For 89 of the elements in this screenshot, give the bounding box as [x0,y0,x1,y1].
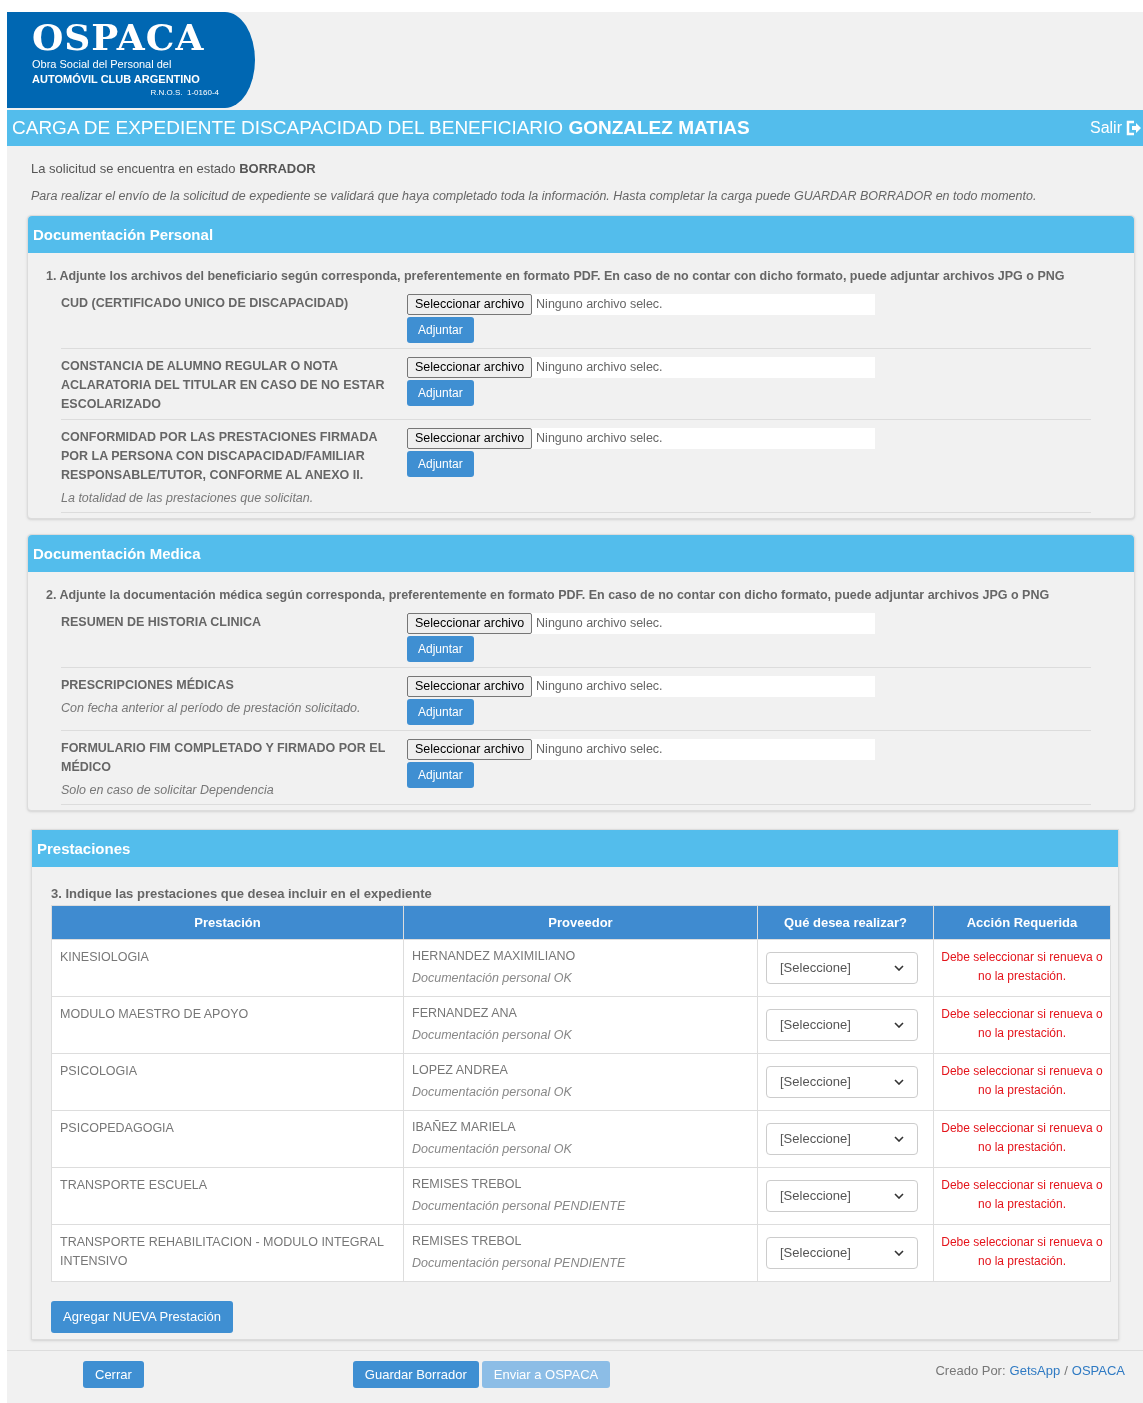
action-select[interactable]: [Seleccione] [766,1008,918,1041]
documentation-status: Documentación personal OK [412,969,573,987]
provider-name: FERNANDEZ ANA [412,1004,518,1022]
document-label: PRESCRIPCIONES MÉDICAS [61,676,235,695]
documentation-status: Documentación personal PENDIENTE [412,1197,627,1215]
choose-file-button[interactable]: Seleccionar archivo [407,428,533,450]
chevron-down-icon [894,1078,904,1085]
section-header: Prestaciones [32,830,1118,868]
action-select[interactable]: [Seleccione] [766,1236,918,1269]
action-select[interactable]: [Seleccione] [766,1065,918,1098]
required-action-text: Debe seleccionar si renueva o no la prestación. [933,1224,1111,1282]
documentation-status: Documentación personal OK [412,1140,573,1158]
required-action-text: Debe seleccionar si renueva o no la prestación. [933,996,1111,1054]
table-cell: KINESIOLOGIA [51,939,404,997]
table-cell: MODULO MAESTRO DE APOYO [51,996,404,1054]
attach-button[interactable]: Adjuntar [407,699,474,726]
note-text: Para realizar el envío de la solicitud de expediente se validará que haya completado toda la información. Hasta completar la carga puede GUARDAR BORRADOR en todo momento. [31,187,1038,205]
instruction-text: 3. Indique las prestaciones que desea incluir en el expediente [51,885,433,904]
document-label: RESUMEN DE HISTORIA CLINICA [61,614,262,632]
provider-name: IBAÑEZ MARIELA [412,1118,517,1136]
document-hint: La totalidad de las prestaciones que solicitan. [61,490,315,508]
document-label: FORMULARIO FIM COMPLETADO Y FIRMADO POR EL MÉDICO [61,740,387,777]
provider-name: LOPEZ ANDREA [412,1061,509,1079]
instruction-text: 1. Adjunte los archivos del beneficiario según corresponda, preferentemente en formato PDF. En caso de no contar con dicho formato, puede adjuntar archivos JPG o PNG [46,268,1066,286]
column-header: Prestación [51,905,404,940]
column-header: Acción Requerida [933,905,1111,940]
documentation-status: Documentación personal OK [412,1083,573,1101]
file-status-text: Ninguno archivo selec. [536,741,663,759]
credit-link[interactable]: GetsApp [1009,1360,1061,1381]
chevron-down-icon [894,964,904,971]
documentation-status: Documentación personal PENDIENTE [412,1254,627,1272]
table-cell: PSICOLOGIA [51,1053,404,1111]
file-status-text: Ninguno archivo selec. [536,430,663,448]
provider-name: REMISES TREBOL [412,1175,523,1193]
separator-text: / [1064,1361,1068,1380]
page-title: CARGA DE EXPEDIENTE DISCAPACIDAD DEL BENEFICIARIO GONZALEZ MATIAS [12,115,750,140]
logout-link[interactable]: Salir [1090,116,1141,140]
logo-wordmark: OSPACA [32,17,206,57]
attach-button[interactable]: Adjuntar [407,451,474,478]
logo-subtitle: Obra Social del Personal del [32,57,173,71]
column-header: Proveedor [403,905,758,940]
required-action-text: Debe seleccionar si renueva o no la prestación. [933,939,1111,997]
section-header: Documentación Personal [28,216,1134,254]
chevron-down-icon [894,1135,904,1142]
required-action-text: Debe seleccionar si renueva o no la prestación. [933,1167,1111,1225]
section-header: Documentación Medica [28,535,1134,573]
chevron-down-icon [894,1021,904,1028]
credit-link[interactable]: OSPACA [1071,1360,1125,1381]
choose-file-button[interactable]: Seleccionar archivo [407,739,533,761]
footer-button[interactable]: Cerrar [83,1360,144,1388]
logout-icon [1125,120,1141,136]
action-select[interactable]: [Seleccione] [766,951,918,984]
action-select[interactable]: [Seleccione] [766,1122,918,1155]
file-status-text: Ninguno archivo selec. [536,296,663,314]
table-cell: TRANSPORTE ESCUELA [51,1167,404,1225]
attach-button[interactable]: Adjuntar [407,762,474,789]
status-text: La solicitud se encuentra en estado BORRADOR [31,160,317,178]
logo-subtitle: AUTOMÓVIL CLUB ARGENTINO [32,72,201,87]
provider-name: HERNANDEZ MAXIMILIANO [412,947,577,965]
chevron-down-icon [894,1192,904,1199]
registry-number: R.N.O.S. 1-0160-4 [149,87,219,98]
instruction-text: 2. Adjunte la documentación médica según corresponda, preferentemente en formato PDF. En caso de no contar con dicho formato, puede adjuntar archivos JPG o PNG [46,587,1051,605]
table-cell: TRANSPORTE REHABILITACION - MODULO INTEGRAL INTENSIVO [51,1224,404,1282]
file-status-text: Ninguno archivo selec. [536,678,663,696]
choose-file-button[interactable]: Seleccionar archivo [407,294,533,316]
file-status-text: Ninguno archivo selec. [536,359,663,377]
chevron-down-icon [894,1249,904,1256]
document-label: CUD (CERTIFICADO UNICO DE DISCAPACIDAD) [61,295,350,313]
attach-button[interactable]: Adjuntar [407,636,474,663]
document-hint: Solo en caso de solicitar Dependencia [61,782,275,800]
provider-name: REMISES TREBOL [412,1232,523,1250]
file-status-text: Ninguno archivo selec. [536,615,663,633]
attach-button[interactable]: Adjuntar [407,317,474,344]
table-cell: PSICOPEDAGOGIA [51,1110,404,1168]
action-select[interactable]: [Seleccione] [766,1179,918,1212]
required-action-text: Debe seleccionar si renueva o no la prestación. [933,1053,1111,1111]
credit-text: Creado Por: [935,1361,1006,1380]
attach-button[interactable]: Adjuntar [407,380,474,407]
add-service-button[interactable]: Agregar NUEVA Prestación [51,1300,233,1333]
column-header: Qué desea realizar? [757,905,934,940]
required-action-text: Debe seleccionar si renueva o no la prestación. [933,1110,1111,1168]
choose-file-button[interactable]: Seleccionar archivo [407,357,533,379]
footer-button[interactable]: Guardar Borrador [352,1360,479,1388]
documentation-status: Documentación personal OK [412,1026,573,1044]
document-label: CONFORMIDAD POR LAS PRESTACIONES FIRMADA POR LA PERSONA CON DISCAPACIDAD/FAMILIAR RESPONSABLE/TUTOR, CONFORME AL ANEXO II. [61,429,378,485]
document-hint: Con fecha anterior al período de prestación solicitado. [61,700,362,718]
document-label: CONSTANCIA DE ALUMNO REGULAR O NOTA ACLARATORIA DEL TITULAR EN CASO DE NO ESTAR ESCOLARIZADO [61,358,386,414]
choose-file-button[interactable]: Seleccionar archivo [407,676,533,698]
choose-file-button[interactable]: Seleccionar archivo [407,613,533,635]
